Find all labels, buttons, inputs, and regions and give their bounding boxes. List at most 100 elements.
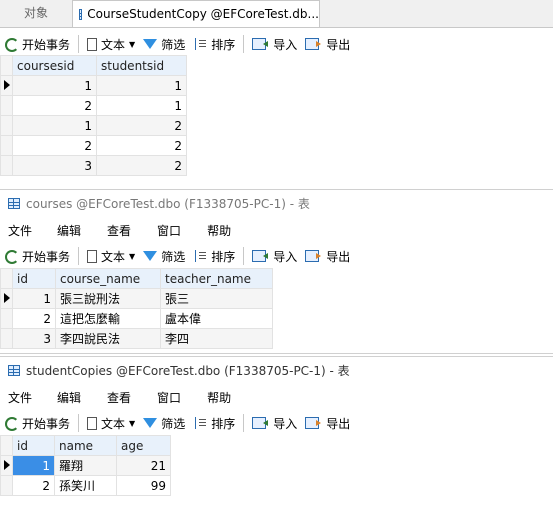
row-indicator[interactable] — [0, 155, 13, 176]
cell[interactable]: 3 — [12, 328, 56, 349]
row-indicator[interactable] — [0, 115, 13, 136]
menu-window[interactable]: 窗口 — [157, 222, 181, 239]
filter-icon — [143, 39, 158, 49]
header-row: id name age — [0, 435, 171, 456]
cell[interactable]: 99 — [116, 475, 171, 496]
column-header[interactable]: name — [54, 435, 117, 456]
cell[interactable]: 張三 — [160, 288, 273, 309]
sort-button[interactable]: 排序 — [189, 412, 239, 434]
cell[interactable]: 2 — [12, 475, 55, 496]
cell[interactable]: 2 — [96, 135, 187, 156]
table-row[interactable]: 1 羅翔 21 — [0, 455, 171, 476]
export-icon — [305, 250, 322, 262]
cell[interactable]: 李四 — [160, 328, 273, 349]
cell[interactable]: 1 — [12, 115, 97, 136]
cell[interactable]: 盧本偉 — [160, 308, 273, 329]
import-button[interactable]: 导入 — [248, 412, 301, 434]
cell[interactable]: 2 — [96, 115, 187, 136]
toolbar-separator — [78, 35, 80, 53]
filter-button[interactable]: 筛选 — [139, 33, 189, 55]
menu-edit[interactable]: 编辑 — [57, 389, 81, 406]
pane2-data-grid: id course_name teacher_name 1 張三說刑法 張三 2… — [0, 268, 273, 349]
text-button[interactable]: 文本 ▼ — [83, 33, 139, 55]
sort-button[interactable]: 排序 — [189, 33, 239, 55]
column-header[interactable]: studentsid — [96, 55, 187, 76]
table-row[interactable]: 1 1 — [0, 75, 187, 96]
cell[interactable]: 孫笑川 — [54, 475, 117, 496]
cell[interactable]: 這把怎麼輸 — [55, 308, 161, 329]
table-row[interactable]: 3 2 — [0, 155, 187, 176]
tab-objects[interactable]: 对象 — [0, 0, 73, 27]
chevron-down-icon: ▼ — [129, 418, 136, 428]
cell[interactable]: 2 — [12, 135, 97, 156]
menu-help[interactable]: 帮助 — [207, 389, 231, 406]
export-button[interactable]: 导出 — [301, 245, 354, 267]
column-header[interactable]: id — [12, 268, 56, 289]
cell[interactable]: 2 — [96, 155, 187, 176]
document-icon — [87, 249, 98, 263]
import-button[interactable]: 导入 — [248, 245, 301, 267]
menu-window[interactable]: 窗口 — [157, 389, 181, 406]
import-button[interactable]: 导入 — [248, 33, 301, 55]
table-row[interactable]: 2 孫笑川 99 — [0, 475, 171, 496]
filter-button[interactable]: 筛选 — [139, 245, 189, 267]
cell[interactable]: 1 — [96, 75, 187, 96]
menu-view[interactable]: 查看 — [107, 222, 131, 239]
selected-cell[interactable]: 1 — [12, 455, 55, 476]
text-button[interactable]: 文本 ▼ — [83, 412, 139, 434]
cell[interactable]: 2 — [12, 308, 56, 329]
row-indicator[interactable] — [0, 475, 13, 496]
sort-button[interactable]: 排序 — [189, 245, 239, 267]
tab-course-student-copy[interactable]: CourseStudentCopy @EFCoreTest.db... — [72, 0, 320, 27]
row-indicator[interactable] — [0, 328, 13, 349]
cell[interactable]: 3 — [12, 155, 97, 176]
column-header[interactable]: teacher_name — [160, 268, 273, 289]
student-copies-window-title[interactable]: studentCopies @EFCoreTest.dbo (F1338705-… — [0, 356, 553, 383]
toolbar-separator — [243, 414, 245, 432]
row-indicator[interactable] — [0, 75, 13, 96]
cell[interactable]: 21 — [116, 455, 171, 476]
table-row[interactable]: 1 2 — [0, 115, 187, 136]
pane-divider — [0, 353, 553, 354]
column-header[interactable]: age — [116, 435, 171, 456]
begin-transaction-button[interactable]: 开始事务 — [0, 412, 74, 434]
tab-label: CourseStudentCopy @EFCoreTest.db... — [87, 7, 319, 21]
chevron-down-icon: ▼ — [129, 251, 136, 261]
export-button[interactable]: 导出 — [301, 412, 354, 434]
menu-help[interactable]: 帮助 — [207, 222, 231, 239]
export-button[interactable]: 导出 — [301, 33, 354, 55]
column-header[interactable]: course_name — [55, 268, 161, 289]
export-icon — [305, 417, 322, 429]
table-row[interactable]: 2 這把怎麼輸 盧本偉 — [0, 308, 273, 329]
filter-button[interactable]: 筛选 — [139, 412, 189, 434]
row-indicator[interactable] — [0, 308, 13, 329]
cell[interactable]: 李四說民法 — [55, 328, 161, 349]
header-row: coursesid studentsid — [0, 55, 187, 76]
cell[interactable]: 2 — [12, 95, 97, 116]
cell[interactable]: 張三說刑法 — [55, 288, 161, 309]
begin-transaction-button[interactable]: 开始事务 — [0, 33, 74, 55]
text-button[interactable]: 文本 ▼ — [83, 245, 139, 267]
document-icon — [87, 416, 98, 430]
menu-view[interactable]: 查看 — [107, 389, 131, 406]
row-indicator[interactable] — [0, 95, 13, 116]
cell[interactable]: 1 — [96, 95, 187, 116]
begin-transaction-button[interactable]: 开始事务 — [0, 245, 74, 267]
column-header[interactable]: coursesid — [12, 55, 97, 76]
menu-file[interactable]: 文件 — [8, 389, 32, 406]
table-row[interactable]: 2 1 — [0, 95, 187, 116]
table-row[interactable]: 2 2 — [0, 135, 187, 156]
column-header[interactable]: id — [12, 435, 55, 456]
cell[interactable]: 1 — [12, 75, 97, 96]
table-row[interactable]: 1 張三說刑法 張三 — [0, 288, 273, 309]
cell[interactable]: 羅翔 — [54, 455, 117, 476]
cell[interactable]: 1 — [12, 288, 56, 309]
courses-window-title[interactable]: courses @EFCoreTest.dbo (F1338705-PC-1) … — [0, 189, 553, 216]
row-indicator[interactable] — [0, 455, 13, 476]
menu-edit[interactable]: 编辑 — [57, 222, 81, 239]
row-indicator[interactable] — [0, 288, 13, 309]
pane3-toolbar: 开始事务 文本 ▼ 筛选 排序 导入 导出 — [0, 410, 553, 436]
menu-file[interactable]: 文件 — [8, 222, 32, 239]
row-indicator[interactable] — [0, 135, 13, 156]
table-row[interactable]: 3 李四說民法 李四 — [0, 328, 273, 349]
